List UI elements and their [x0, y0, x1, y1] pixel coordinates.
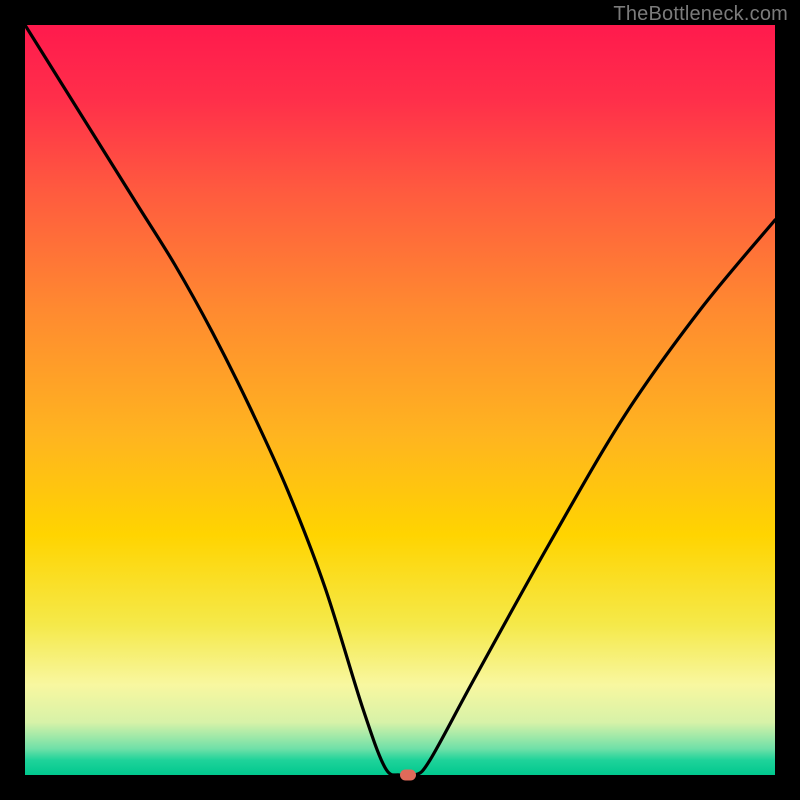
bottleneck-curve: [25, 25, 775, 775]
optimum-marker: [400, 770, 416, 781]
watermark-text: TheBottleneck.com: [613, 3, 788, 26]
plot-area: [25, 25, 775, 775]
chart-frame: TheBottleneck.com: [0, 0, 800, 800]
